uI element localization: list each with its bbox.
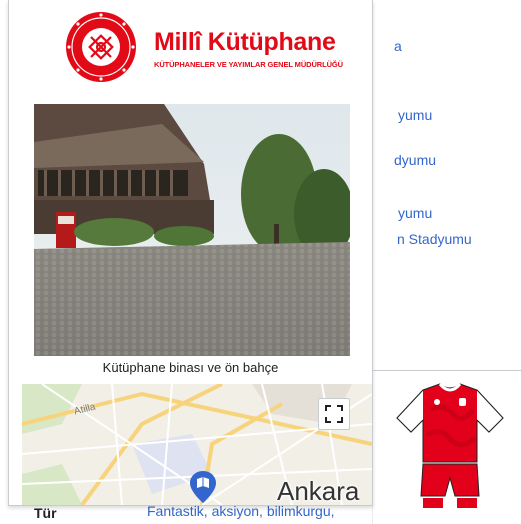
logo-subtitle: KÜTÜPHANELER VE YAYIMLAR GENEL MÜDÜRLÜĞÜ: [154, 60, 343, 69]
photo-caption: Kütüphane binası ve ön bahçe: [102, 360, 279, 375]
background-link-2[interactable]: yumu: [398, 107, 432, 123]
logo-title: Millî Kütüphane: [154, 28, 336, 56]
background-link-5[interactable]: n Stadyumu: [397, 231, 472, 247]
preview-popup-card[interactable]: Millî Kütüphane KÜTÜPHANELER VE YAYIMLAR…: [8, 0, 373, 506]
football-kit-image: [396, 382, 504, 508]
background-link-1[interactable]: a: [394, 38, 402, 54]
infobox-panel: [372, 370, 521, 524]
map-pin-icon[interactable]: [189, 470, 217, 504]
fullscreen-icon: [325, 405, 343, 423]
map-city-label: Ankara: [277, 476, 360, 505]
genre-label: Tür: [34, 505, 57, 521]
background-link-4[interactable]: yumu: [398, 205, 432, 221]
background-link-3[interactable]: dyumu: [394, 152, 436, 168]
location-map[interactable]: Atilla Ankara: [22, 384, 372, 505]
ministry-seal-logo: [66, 12, 136, 82]
library-logo: Millî Kütüphane KÜTÜPHANELER VE YAYIMLAR…: [53, 10, 343, 84]
library-building-photo: [34, 104, 350, 356]
genre-row: Tür Fantastik, aksiyon, bilimkurgu,: [0, 503, 521, 523]
map-fullscreen-button[interactable]: [318, 398, 350, 430]
